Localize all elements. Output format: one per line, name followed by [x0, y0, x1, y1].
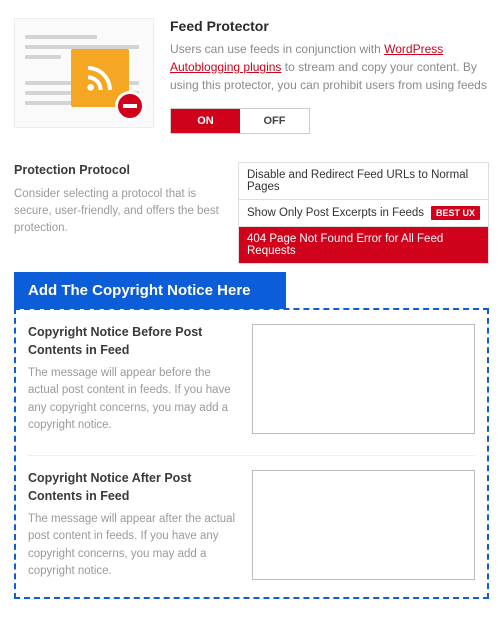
notice-after-row: Copyright Notice After Post Contents in …: [28, 470, 475, 583]
notice-before-label: Copyright Notice Before Post Contents in…: [28, 324, 238, 359]
toggle-on[interactable]: ON: [171, 109, 240, 133]
protocol-option[interactable]: 404 Page Not Found Error for All Feed Re…: [239, 227, 488, 263]
feature-description: Users can use feeds in conjunction with …: [170, 40, 489, 94]
protocol-option[interactable]: Disable and Redirect Feed URLs to Normal…: [239, 163, 488, 200]
protocol-hint: Consider selecting a protocol that is se…: [14, 186, 224, 238]
notice-before-hint: The message will appear before the actua…: [28, 365, 238, 434]
feed-protector-illustration: [14, 18, 154, 128]
copyright-callout: Add The Copyright Notice Here: [14, 272, 286, 309]
feed-protector-toggle[interactable]: ON OFF: [170, 108, 310, 134]
copyright-notice-group: Copyright Notice Before Post Contents in…: [14, 308, 489, 599]
notice-before-row: Copyright Notice Before Post Contents in…: [28, 324, 475, 437]
notice-before-textarea[interactable]: [252, 324, 475, 434]
divider: [28, 455, 475, 456]
protocol-option[interactable]: Show Only Post Excerpts in FeedsBEST UX: [239, 200, 488, 227]
protection-protocol-section: Protection Protocol Consider selecting a…: [14, 162, 489, 264]
protocol-label: Protection Protocol: [14, 162, 224, 180]
toggle-off[interactable]: OFF: [240, 109, 309, 133]
prohibit-icon: [115, 91, 145, 121]
protocol-options: Disable and Redirect Feed URLs to Normal…: [238, 162, 489, 264]
feature-title: Feed Protector: [170, 18, 489, 34]
notice-after-textarea[interactable]: [252, 470, 475, 580]
notice-after-label: Copyright Notice After Post Contents in …: [28, 470, 238, 505]
feature-header: Feed Protector Users can use feeds in co…: [14, 18, 489, 134]
notice-after-hint: The message will appear after the actual…: [28, 511, 238, 580]
best-ux-badge: BEST UX: [431, 206, 480, 220]
